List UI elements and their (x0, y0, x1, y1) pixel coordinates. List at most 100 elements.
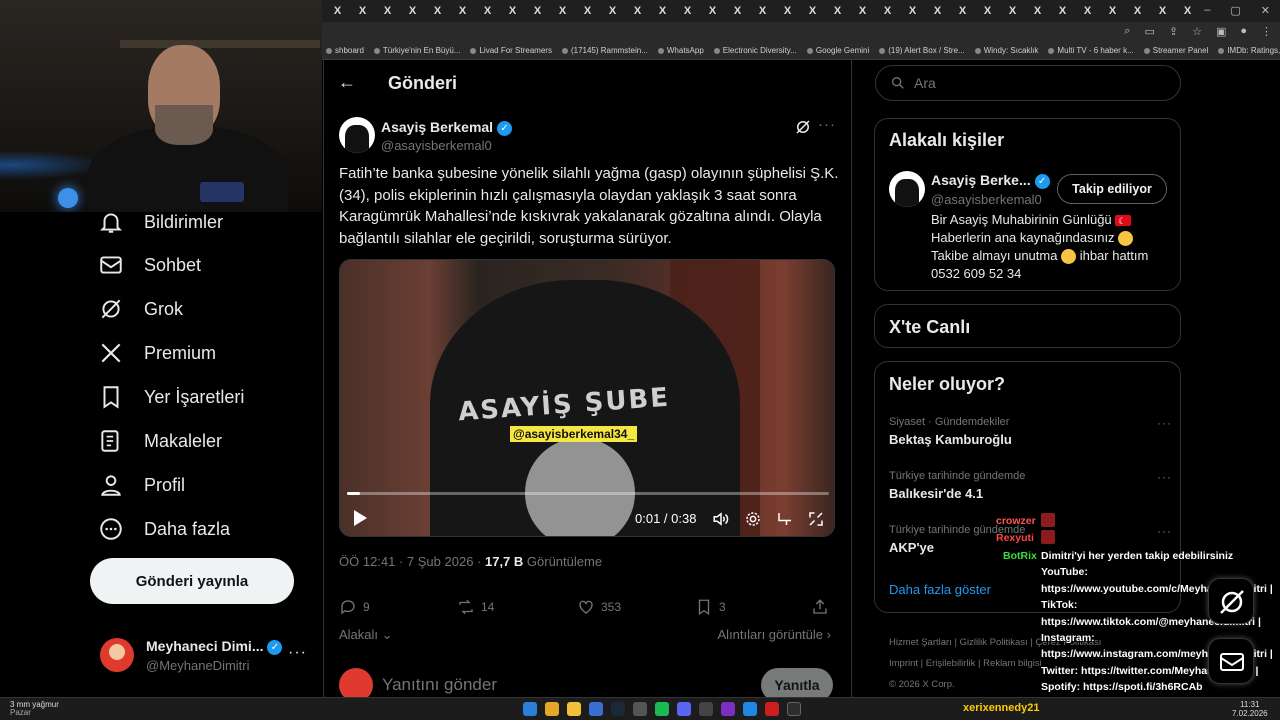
sort-replies-dropdown[interactable]: Alakalı ⌄ (339, 627, 393, 643)
bookmark-item[interactable]: Windy: Sıcaklık (974, 46, 1038, 55)
browser-tab[interactable]: X (703, 5, 722, 17)
browser-tab[interactable]: X (1103, 5, 1122, 17)
repost-button[interactable]: 14 (457, 598, 494, 616)
browser-tab[interactable]: X (1053, 5, 1072, 17)
spotify-icon[interactable] (655, 702, 669, 716)
bookmark-item[interactable]: Streamer Panel (1143, 46, 1208, 55)
video-player[interactable]: ASAYİŞ ŞUBE @asayisberkemal34_ 0:01 / 0:… (339, 259, 835, 537)
play-icon[interactable] (352, 509, 368, 527)
more-icon[interactable]: ··· (1157, 416, 1172, 430)
related-person-name[interactable]: Asayiş Berke... ✓ (931, 172, 1050, 189)
browser-tab[interactable]: X (453, 5, 472, 17)
bookmark-item[interactable]: shboard (326, 46, 364, 55)
app-icon[interactable] (787, 702, 801, 716)
settings-gear-icon[interactable] (744, 510, 762, 528)
browser-tab[interactable]: X (1178, 5, 1197, 17)
minimize-icon[interactable]: – (1204, 4, 1210, 17)
post-button[interactable]: Gönderi yayınla (90, 558, 294, 604)
star-icon[interactable]: ☆ (1192, 25, 1202, 38)
browser-tab[interactable]: X (603, 5, 622, 17)
browser-tab[interactable]: X (578, 5, 597, 17)
grok-icon[interactable] (794, 118, 812, 136)
footer-link[interactable]: Imprint (889, 658, 918, 669)
author-name[interactable]: Asayiş Berkemal ✓ (381, 119, 513, 136)
steam-icon[interactable] (611, 702, 625, 716)
footer-link[interactable]: © 2026 X Corp. (889, 679, 955, 690)
share-icon[interactable]: ⇪ (1169, 25, 1178, 38)
browser-tab[interactable]: X (428, 5, 447, 17)
zoom-icon[interactable]: ⌕ (1124, 25, 1130, 38)
trend-item[interactable]: Türkiye tarihinde gündemde Balıkesir'de … (889, 470, 1169, 501)
bookmark-item[interactable]: Multi TV - 6 haber k... (1048, 46, 1134, 55)
app-icon[interactable] (633, 702, 647, 716)
browser-tab[interactable]: X (953, 5, 972, 17)
cast-icon[interactable]: ▭ (1144, 25, 1154, 38)
grok-float-button[interactable] (1208, 578, 1254, 624)
browser-tab[interactable]: X (378, 5, 397, 17)
browser-tab[interactable]: X (978, 5, 997, 17)
bookmark-item[interactable]: WhatsApp (657, 46, 704, 55)
nav-item-articles[interactable]: Makaleler (98, 428, 222, 454)
app-icon[interactable] (743, 702, 757, 716)
browser-tab[interactable]: X (828, 5, 847, 17)
maximize-icon[interactable]: ▢ (1230, 4, 1240, 17)
author-handle[interactable]: @asayisberkemal0 (381, 138, 492, 153)
browser-tab[interactable]: X (1153, 5, 1172, 17)
reply-input[interactable]: Yanıtını gönder (382, 675, 497, 695)
nav-item-profile[interactable]: Profil (98, 472, 185, 498)
browser-tab[interactable]: X (628, 5, 647, 17)
more-icon[interactable]: ··· (1157, 470, 1172, 484)
address-bar[interactable]: ⌕ ▭ ⇪ ☆ ▣ ● ⋮ (322, 22, 1280, 42)
picture-in-picture-icon[interactable] (776, 510, 794, 528)
browser-tab[interactable]: X (853, 5, 872, 17)
footer-link[interactable]: Hizmet Şartları (889, 637, 952, 648)
nav-item-premium[interactable]: Premium (98, 340, 216, 366)
system-clock[interactable]: 11:31 7.02.2026 (1232, 700, 1268, 718)
close-icon[interactable]: ✕ (1261, 4, 1270, 17)
browser-tab[interactable]: X (728, 5, 747, 17)
browser-tab[interactable]: X (778, 5, 797, 17)
nav-item-chat[interactable]: Sohbet (98, 252, 201, 278)
bookmark-item[interactable]: Türkiye'nin En Büyü... (373, 46, 460, 55)
browser-tab[interactable]: X (878, 5, 897, 17)
search-input[interactable]: Ara (875, 65, 1181, 101)
browser-tab[interactable]: X (678, 5, 697, 17)
browser-tab[interactable]: X (553, 5, 572, 17)
browser-tab[interactable]: X (1028, 5, 1047, 17)
volume-icon[interactable] (712, 510, 730, 528)
browser-tab[interactable]: X (928, 5, 947, 17)
window-controls[interactable]: – ▢ ✕ (1204, 4, 1270, 17)
browser-tab[interactable]: X (353, 5, 372, 17)
start-icon[interactable] (523, 702, 537, 716)
extensions-icon[interactable]: ▣ (1216, 25, 1226, 38)
fullscreen-icon[interactable] (807, 510, 825, 528)
bookmark-button[interactable]: 3 (695, 598, 726, 616)
x-live-card[interactable]: X'te Canlı (874, 304, 1181, 348)
back-arrow-icon[interactable]: ← (338, 72, 356, 93)
show-more-link[interactable]: Daha fazla göster (889, 582, 991, 597)
browser-tab[interactable]: X (403, 5, 422, 17)
app-icon[interactable] (699, 702, 713, 716)
reply-button[interactable]: 9 (339, 598, 370, 616)
bookmark-item[interactable]: (19) Alert Box / Stre... (879, 46, 965, 55)
bookmark-item[interactable]: Livad For Streamers (470, 46, 552, 55)
like-button[interactable]: 353 (577, 598, 621, 616)
profile-icon[interactable]: ● (1240, 25, 1247, 38)
nav-item-notifications[interactable]: Bildirimler (98, 209, 223, 235)
browser-tab[interactable]: X (528, 5, 547, 17)
following-button[interactable]: Takip ediliyor (1057, 174, 1167, 204)
nav-item-bookmarks[interactable]: Yer İşaretleri (98, 384, 244, 410)
browser-tab[interactable]: X (803, 5, 822, 17)
browser-tab[interactable]: X (753, 5, 772, 17)
more-icon[interactable]: ··· (818, 116, 836, 133)
avatar[interactable] (889, 171, 925, 207)
weather-widget[interactable]: 3 mm yağmur Pazar (10, 701, 59, 717)
video-progress-bar[interactable] (347, 492, 829, 495)
author-avatar[interactable] (339, 117, 375, 153)
app-icon[interactable] (765, 702, 779, 716)
reply-submit-button[interactable]: Yanıtla (761, 668, 833, 697)
app-icon[interactable] (589, 702, 603, 716)
bookmark-item[interactable]: (17145) Rammstein... (561, 46, 648, 55)
browser-tab[interactable]: X (1003, 5, 1022, 17)
chrome-icon[interactable] (545, 702, 559, 716)
